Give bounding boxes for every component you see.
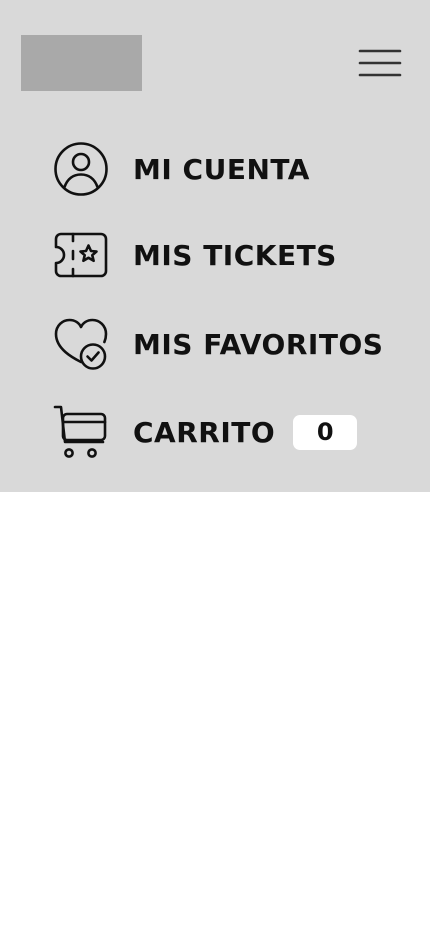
menu-item-label: MIS FAVORITOS [133,327,384,361]
user-circle-icon [52,140,110,198]
menu-item-mis-tickets[interactable]: MIS TICKETS [52,226,337,284]
hamburger-menu-button[interactable] [356,46,404,80]
menu-item-label: MI CUENTA [133,152,310,186]
menu-panel: MI CUENTA MIS TICKETS MIS FAVORITOS CARR… [0,0,430,492]
logo-placeholder[interactable] [21,35,142,91]
cart-count-badge: 0 [293,414,358,450]
menu-item-mis-favoritos[interactable]: MIS FAVORITOS [52,315,383,373]
menu-item-mi-cuenta[interactable]: MI CUENTA [52,140,310,198]
menu-item-label: CARRITO [133,415,276,449]
hamburger-menu-icon [358,49,402,77]
menu-item-label: MIS TICKETS [133,238,337,272]
menu-item-carrito[interactable]: CARRITO 0 [52,403,358,461]
heart-check-icon [52,315,110,373]
ticket-star-icon [52,226,110,284]
shopping-cart-icon [52,403,110,461]
